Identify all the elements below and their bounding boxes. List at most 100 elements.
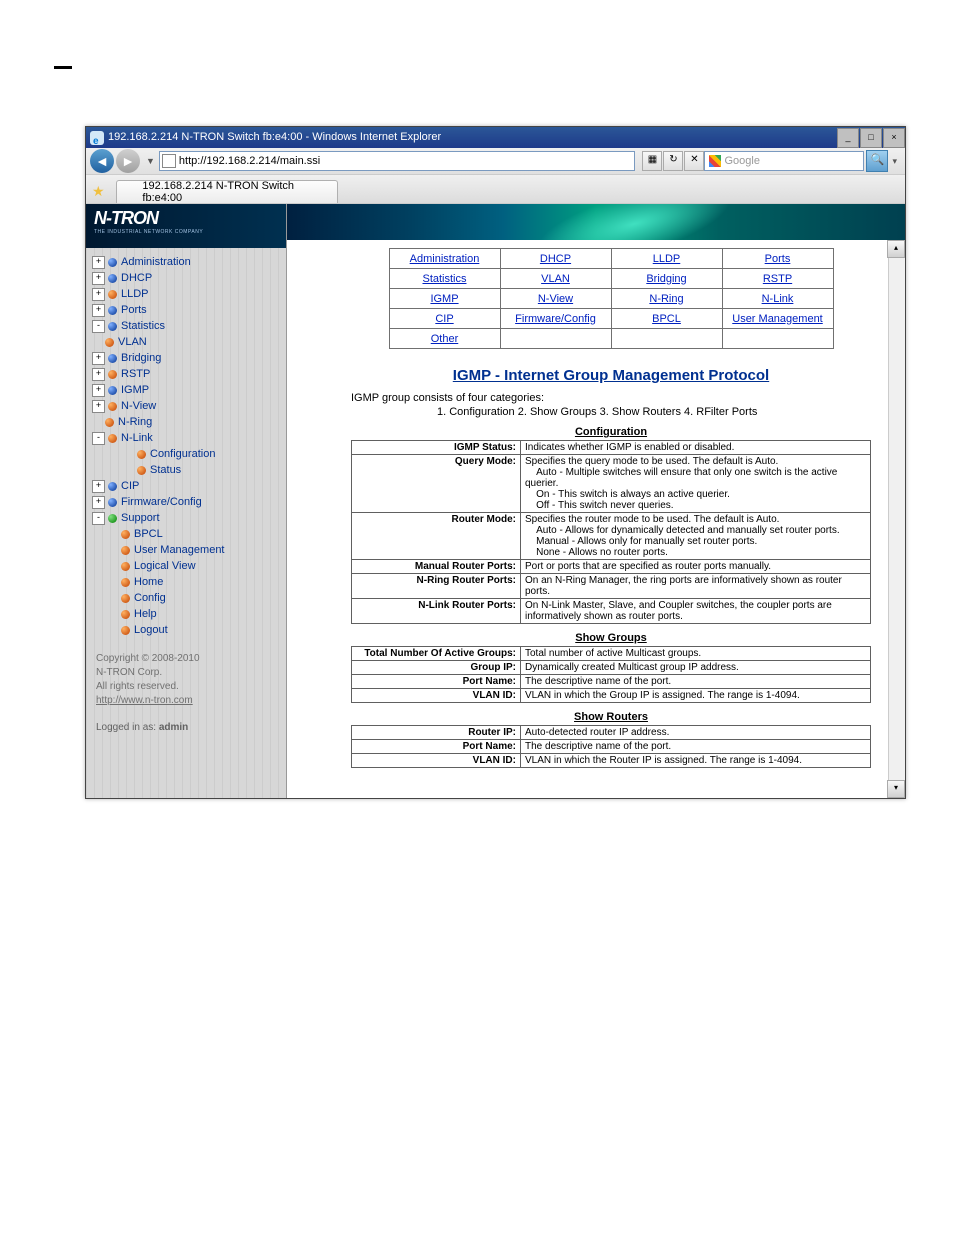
sidebar-item-home[interactable]: Home <box>88 574 284 590</box>
nav-link-vlan[interactable]: VLAN <box>541 273 570 285</box>
expand-icon[interactable]: - <box>92 512 105 525</box>
field-desc: Dynamically created Multicast group IP a… <box>521 661 871 675</box>
expand-icon[interactable]: + <box>92 368 105 381</box>
tab-bar: ★ 192.168.2.214 N-TRON Switch fb:e4:00 <box>86 175 905 204</box>
tree-label: Help <box>134 606 157 622</box>
ie-icon <box>90 131 104 145</box>
sidebar-item-logical-view[interactable]: Logical View <box>88 558 284 574</box>
maximize-button[interactable]: □ <box>860 128 882 148</box>
field-label: VLAN ID: <box>352 689 521 703</box>
favorites-icon[interactable]: ★ <box>92 183 108 199</box>
bullet-icon <box>108 370 117 379</box>
forward-button[interactable]: ► <box>116 149 140 173</box>
nav-link-user-management[interactable]: User Management <box>732 313 823 325</box>
nav-link-n-view[interactable]: N-View <box>538 293 573 305</box>
sidebar-item-status[interactable]: Status <box>88 462 284 478</box>
sidebar-item-rstp[interactable]: +RSTP <box>88 366 284 382</box>
sidebar-item-igmp[interactable]: +IGMP <box>88 382 284 398</box>
search-dropdown-icon[interactable]: ▾ <box>892 156 897 167</box>
bullet-icon <box>108 498 117 507</box>
minimize-button[interactable]: _ <box>837 128 859 148</box>
tree-label: Administration <box>121 254 191 270</box>
tree-label: Support <box>121 510 160 526</box>
compat-button[interactable]: ▦ <box>642 151 662 171</box>
nav-link-rstp[interactable]: RSTP <box>763 273 792 285</box>
expand-icon[interactable]: + <box>92 384 105 397</box>
expand-icon[interactable]: - <box>92 320 105 333</box>
nav-link-cip[interactable]: CIP <box>435 313 453 325</box>
history-dropdown-icon[interactable]: ▼ <box>146 156 155 166</box>
expand-icon[interactable]: + <box>92 272 105 285</box>
address-bar[interactable]: http://192.168.2.214/main.ssi <box>159 151 636 171</box>
bullet-icon <box>137 466 146 475</box>
footer-link[interactable]: http://www.n-tron.com <box>96 695 193 706</box>
sidebar-item-cip[interactable]: +CIP <box>88 478 284 494</box>
sidebar-footer: Copyright © 2008-2010 N-TRON Corp. All r… <box>86 644 286 716</box>
expand-icon[interactable]: + <box>92 288 105 301</box>
tree-label: VLAN <box>118 334 147 350</box>
expand-icon[interactable]: + <box>92 256 105 269</box>
expand-icon[interactable]: + <box>92 496 105 509</box>
sidebar-item-n-view[interactable]: +N-View <box>88 398 284 414</box>
sidebar-item-configuration[interactable]: Configuration <box>88 446 284 462</box>
sidebar-item-n-ring[interactable]: N-Ring <box>88 414 284 430</box>
nav-link-grid: Administration DHCP LLDP Ports Statistics VLA… <box>389 248 834 349</box>
field-label: VLAN ID: <box>352 754 521 768</box>
sidebar-item-help[interactable]: Help <box>88 606 284 622</box>
nav-link-bpcl[interactable]: BPCL <box>652 313 681 325</box>
expand-icon[interactable]: + <box>92 480 105 493</box>
sidebar-item-bpcl[interactable]: BPCL <box>88 526 284 542</box>
sidebar-item-vlan[interactable]: VLAN <box>88 334 284 350</box>
refresh-button[interactable]: ↻ <box>663 151 683 171</box>
sidebar-item-user-management[interactable]: User Management <box>88 542 284 558</box>
expand-icon[interactable]: - <box>92 432 105 445</box>
nav-link-n-link[interactable]: N-Link <box>762 293 794 305</box>
sidebar-item-config[interactable]: Config <box>88 590 284 606</box>
sidebar-item-statistics[interactable]: - Statistics <box>88 318 284 334</box>
sidebar-item-lldp[interactable]: +LLDP <box>88 286 284 302</box>
field-label: Total Number Of Active Groups: <box>352 647 521 661</box>
routers-table: Router IP:Auto-detected router IP addres… <box>351 725 871 768</box>
sidebar-item-ports[interactable]: +Ports <box>88 302 284 318</box>
expand-icon[interactable]: + <box>92 400 105 413</box>
field-label: Router Mode: <box>352 513 521 560</box>
field-desc: Specifies the query mode to be used. The… <box>521 455 871 513</box>
sidebar-item-bridging[interactable]: +Bridging <box>88 350 284 366</box>
tree-label: Statistics <box>121 318 165 334</box>
nav-link-firmware-config[interactable]: Firmware/Config <box>515 313 596 325</box>
tree-label: Logical View <box>134 558 196 574</box>
nav-link-igmp[interactable]: IGMP <box>430 293 458 305</box>
search-go-button[interactable]: 🔍 <box>866 150 888 172</box>
field-label: N-Link Router Ports: <box>352 599 521 624</box>
bullet-icon <box>108 386 117 395</box>
sidebar-item-dhcp[interactable]: + DHCP <box>88 270 284 286</box>
nav-link-ports[interactable]: Ports <box>765 253 791 265</box>
sidebar-item-n-link[interactable]: -N-Link <box>88 430 284 446</box>
sidebar-item-firmware-config[interactable]: + Firmware/Config <box>88 494 284 510</box>
nav-link-other[interactable]: Other <box>431 333 459 345</box>
tree-label: DHCP <box>121 270 152 286</box>
field-desc: On an N-Ring Manager, the ring ports are… <box>521 574 871 599</box>
tree-label: Firmware/Config <box>121 494 202 510</box>
copyright: Copyright © 2008-2010 <box>96 652 276 666</box>
scroll-up-button[interactable]: ▴ <box>887 240 905 258</box>
expand-icon[interactable]: + <box>92 352 105 365</box>
nav-link-administration[interactable]: Administration <box>410 253 480 265</box>
nav-link-statistics[interactable]: Statistics <box>422 273 466 285</box>
section-title-groups: Show Groups <box>347 632 875 644</box>
back-button[interactable]: ◄ <box>90 149 114 173</box>
nav-link-n-ring[interactable]: N-Ring <box>649 293 683 305</box>
nav-link-dhcp[interactable]: DHCP <box>540 253 571 265</box>
sidebar-item-administration[interactable]: + Administration <box>88 254 284 270</box>
scroll-down-button[interactable]: ▾ <box>887 780 905 798</box>
sidebar-item-support[interactable]: - Support <box>88 510 284 526</box>
stop-button[interactable]: ✕ <box>684 151 704 171</box>
expand-icon[interactable]: + <box>92 304 105 317</box>
search-box[interactable]: Google <box>704 151 864 171</box>
nav-link-lldp[interactable]: LLDP <box>653 253 681 265</box>
sidebar-item-logout[interactable]: Logout <box>88 622 284 638</box>
nav-link-bridging[interactable]: Bridging <box>646 273 686 285</box>
scrollbar[interactable]: ▴ ▾ <box>888 240 905 798</box>
close-button[interactable]: × <box>883 128 905 148</box>
tab-active[interactable]: 192.168.2.214 N-TRON Switch fb:e4:00 <box>116 180 338 203</box>
